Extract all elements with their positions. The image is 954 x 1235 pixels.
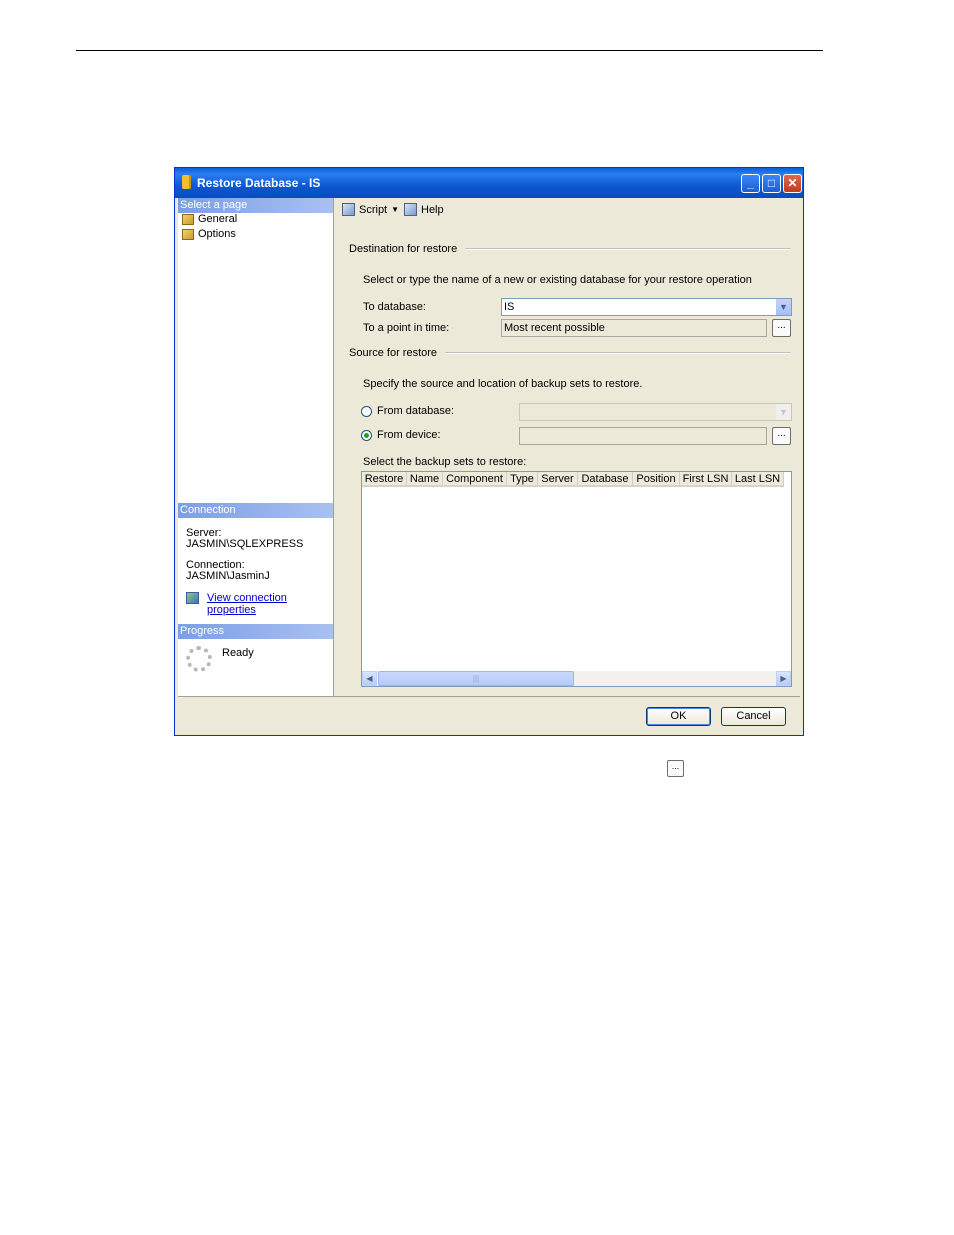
page-general-label: General (198, 213, 238, 225)
connection-value: JASMIN\JasminJ (186, 570, 270, 582)
right-pane: Script ▼ Help Destination for restore Se… (334, 198, 801, 696)
database-icon (182, 175, 191, 189)
column-header-position[interactable]: Position (633, 472, 680, 487)
connection-header: Connection (178, 503, 333, 518)
destination-description: Select or type the name of a new or exis… (363, 274, 752, 286)
column-header-server[interactable]: Server (538, 472, 578, 487)
connection-icon (186, 592, 199, 604)
server-value: JASMIN\SQLEXPRESS (186, 538, 304, 550)
help-button[interactable]: Help (404, 203, 444, 216)
column-header-type[interactable]: Type (507, 472, 538, 487)
script-icon (342, 203, 355, 216)
scroll-right-icon[interactable]: ▶ (776, 671, 791, 686)
from-device-field[interactable] (519, 427, 767, 445)
point-in-time-field: Most recent possible (501, 319, 767, 337)
window-title: Restore Database - IS (197, 176, 321, 190)
script-label: Script (359, 203, 388, 216)
select-page-header: Select a page (178, 198, 333, 213)
point-in-time-browse-button[interactable]: ... (772, 319, 791, 337)
left-pane: Select a page General Options Connection… (178, 198, 334, 696)
page-icon (182, 228, 194, 240)
column-header-first-lsn[interactable]: First LSN (680, 472, 732, 487)
source-group-title: Source for restore (349, 347, 438, 359)
progress-header: Progress (178, 624, 333, 639)
from-device-label: From device: (377, 429, 441, 441)
to-database-value: IS (504, 301, 515, 313)
from-device-radio[interactable] (361, 430, 372, 441)
backup-sets-label: Select the backup sets to restore: (363, 456, 527, 468)
source-group: Source for restore (349, 347, 791, 359)
page-general[interactable]: General (182, 213, 237, 225)
minimize-button[interactable]: _ (741, 174, 760, 193)
point-in-time-value: Most recent possible (504, 322, 605, 334)
maximize-button[interactable]: □ (762, 174, 781, 193)
progress-status: Ready (222, 647, 254, 659)
column-header-component[interactable]: Component (443, 472, 507, 487)
destination-group: Destination for restore (349, 243, 791, 255)
backup-sets-grid[interactable]: Restore Name Component Type Server Datab… (361, 471, 792, 687)
source-description: Specify the source and location of backu… (363, 378, 643, 390)
view-connection-properties-link[interactable]: View connection properties (207, 592, 333, 616)
chevron-down-icon[interactable]: ▼ (776, 299, 791, 315)
to-database-label: To database: (363, 301, 426, 313)
help-label: Help (421, 203, 444, 216)
column-header-restore[interactable]: Restore (362, 472, 407, 487)
from-database-label: From database: (377, 405, 455, 417)
help-icon (404, 203, 417, 216)
scrollbar-thumb[interactable]: ||| (378, 671, 574, 686)
grid-header: Restore Name Component Type Server Datab… (362, 472, 784, 487)
destination-group-title: Destination for restore (349, 243, 458, 255)
column-header-last-lsn[interactable]: Last LSN (732, 472, 784, 487)
script-button[interactable]: Script ▼ (342, 203, 399, 216)
point-in-time-label: To a point in time: (363, 322, 450, 334)
horizontal-scrollbar[interactable]: ◀ ||| ▶ (362, 671, 791, 686)
close-button[interactable]: ✕ (783, 174, 802, 193)
chevron-down-icon: ▼ (776, 404, 791, 420)
from-database-radio[interactable] (361, 406, 372, 417)
column-header-name[interactable]: Name (407, 472, 443, 487)
page-options-label: Options (198, 228, 236, 240)
page-options[interactable]: Options (182, 228, 236, 240)
cancel-button[interactable]: Cancel (721, 707, 786, 726)
to-database-combo[interactable]: IS ▼ (501, 298, 792, 316)
from-database-combo[interactable]: ▼ (519, 403, 792, 421)
dialog-footer: OK Cancel (178, 696, 800, 734)
title-bar[interactable]: Restore Database - IS _ □ ✕ (175, 168, 803, 198)
toolbar: Script ▼ Help (334, 198, 801, 220)
page-header-rule (76, 50, 823, 51)
scroll-left-icon[interactable]: ◀ (362, 671, 377, 686)
column-header-database[interactable]: Database (578, 472, 633, 487)
from-device-browse-button[interactable]: ... (772, 427, 791, 445)
page-icon (182, 213, 194, 225)
ellipsis-button-illustration: ... (667, 760, 684, 777)
chevron-down-icon: ▼ (391, 205, 400, 214)
ok-button[interactable]: OK (646, 707, 711, 726)
restore-database-dialog: Restore Database - IS _ □ ✕ Select a pag… (174, 167, 804, 736)
progress-spinner-icon (186, 646, 212, 672)
